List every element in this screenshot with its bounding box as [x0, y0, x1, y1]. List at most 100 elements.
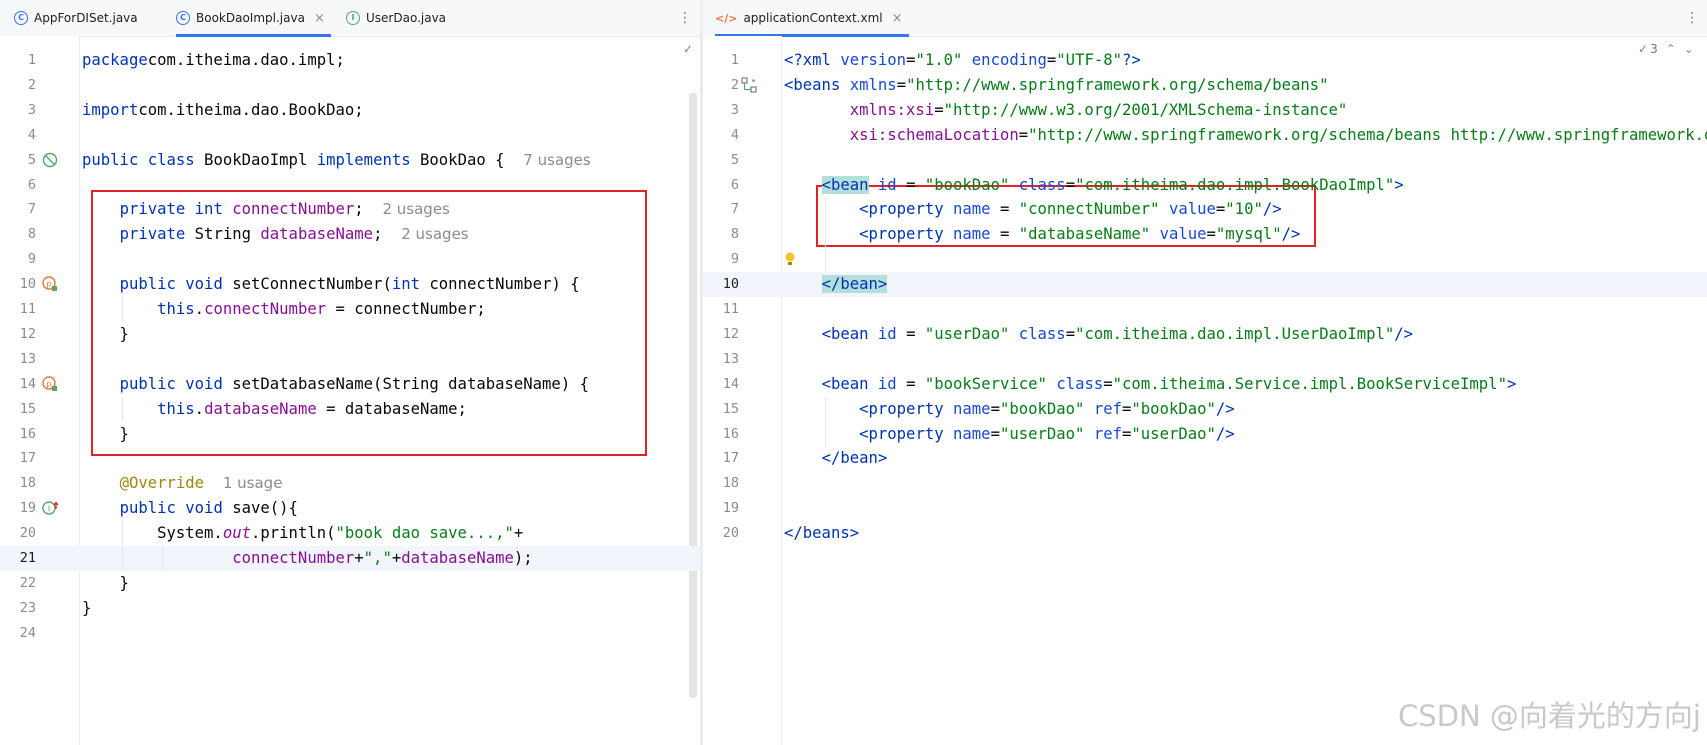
- line-number: 10: [19, 276, 36, 293]
- code-line[interactable]: 2: [0, 73, 700, 98]
- code-line[interactable]: 5: [703, 148, 1707, 173]
- code-token: ?>: [1122, 51, 1141, 69]
- more-options-icon[interactable]: ⋮: [678, 0, 692, 36]
- code-line[interactable]: 19: [703, 496, 1707, 521]
- code-line[interactable]: 18: [703, 471, 1707, 496]
- code-token: connectNumber: [232, 200, 355, 219]
- right-tab-bar: </> applicationContext.xml × ⋮: [703, 0, 1707, 37]
- code-text: private String databaseName; 2 usages: [82, 222, 469, 247]
- code-line[interactable]: 11: [703, 297, 1707, 322]
- line-number: 15: [722, 400, 739, 417]
- code-line[interactable]: 16 <property name="userDao" ref="userDao…: [703, 422, 1707, 447]
- xml-code-editor[interactable]: ✓ 3 ⌃ ⌄ CSDN @向着光的方向j 1 <?xml version="1.0" …: [703, 36, 1707, 745]
- code-line[interactable]: 8 <property name = "databaseName" value=…: [703, 222, 1707, 247]
- code-line[interactable]: 15 this.databaseName = databaseName;: [0, 397, 700, 422]
- code-line[interactable]: 4 xsi:schemaLocation="http://www.springf…: [703, 123, 1707, 148]
- tab-appfordiset[interactable]: C AppForDISet.java: [14, 0, 138, 36]
- more-options-icon[interactable]: ⋮: [1685, 0, 1699, 36]
- code-line[interactable]: 15 <property name="bookDao" ref="bookDao…: [703, 397, 1707, 422]
- property-setter-icon[interactable]: p: [42, 375, 58, 392]
- code-text: this.databaseName = databaseName;: [82, 397, 467, 422]
- code-token: "http://www.w3.org/2001/XMLSchema-instan…: [943, 100, 1348, 119]
- code-token: "com.itheima.Service.impl.BookServiceImp…: [1112, 374, 1507, 393]
- code-line[interactable]: 5 public class BookDaoImpl implements Boo…: [0, 148, 700, 173]
- code-token: class: [1018, 175, 1066, 194]
- code-token: ",": [363, 549, 392, 567]
- code-line[interactable]: 8 private String databaseName; 2 usages: [0, 222, 700, 247]
- code-line[interactable]: 12 }: [0, 322, 700, 347]
- code-line[interactable]: 4: [0, 123, 700, 148]
- code-line[interactable]: 16 }: [0, 422, 700, 447]
- code-line[interactable]: 14 <bean id = "bookService" class="com.i…: [703, 372, 1707, 397]
- code-token: .println(: [251, 524, 336, 543]
- java-code-editor[interactable]: ✓ 1 packagecom.itheima.dao.impl; 2 3 importc…: [0, 36, 700, 745]
- code-line[interactable]: 7 private int connectNumber; 2 usages: [0, 197, 700, 222]
- close-icon[interactable]: ×: [314, 11, 325, 26]
- tab-applicationcontext[interactable]: </> applicationContext.xml ×: [715, 0, 909, 37]
- code-text: <property name="bookDao" ref="bookDao"/>: [784, 397, 1235, 422]
- code-line[interactable]: 6: [0, 173, 700, 198]
- line-number: 5: [730, 151, 739, 168]
- line-number: 13: [722, 350, 739, 367]
- code-token: "http://www.springframework.org/schema/b…: [1028, 125, 1707, 144]
- code-token: }: [82, 324, 129, 343]
- spring-context-icon[interactable]: [741, 77, 757, 93]
- code-text: <beans xmlns="http://www.springframework…: [784, 73, 1329, 98]
- line-number: 18: [722, 475, 739, 492]
- code-text: public void save(){: [82, 496, 298, 521]
- svg-text:I: I: [48, 505, 50, 514]
- code-line[interactable]: 24: [0, 621, 700, 646]
- code-line[interactable]: 17 </bean>: [703, 446, 1707, 471]
- tab-bookdaoimpl[interactable]: C BookDaoImpl.java ×: [176, 0, 331, 37]
- code-line[interactable]: 2 <beans xmlns="http://www.springframewor…: [703, 73, 1707, 98]
- code-token: "mysql": [1215, 225, 1282, 244]
- code-line[interactable]: 13: [703, 347, 1707, 372]
- code-line[interactable]: 9: [703, 247, 1707, 272]
- code-line[interactable]: 1 packagecom.itheima.dao.impl;: [0, 48, 700, 73]
- code-line[interactable]: 17: [0, 446, 700, 471]
- implements-method-icon[interactable]: I: [42, 500, 59, 516]
- code-line[interactable]: 10 </bean>: [703, 272, 1707, 297]
- code-line[interactable]: 18 @Override 1 usage: [0, 471, 700, 496]
- code-line[interactable]: 12 <bean id = "userDao" class="com.ithei…: [703, 322, 1707, 347]
- code-line[interactable]: 3 importcom.itheima.dao.BookDao;: [0, 98, 700, 123]
- code-token: String: [185, 225, 261, 244]
- code-line[interactable]: 20 System.out.println("book dao save...,…: [0, 521, 700, 546]
- close-icon[interactable]: ×: [892, 11, 903, 26]
- code-line[interactable]: 3 xmlns:xsi="http://www.w3.org/2001/XMLS…: [703, 98, 1707, 123]
- tab-userdao[interactable]: I UserDao.java: [346, 0, 446, 36]
- code-line[interactable]: 22 }: [0, 571, 700, 596]
- code-line[interactable]: 11 this.connectNumber = connectNumber;: [0, 297, 700, 322]
- code-text: xmlns:xsi="http://www.w3.org/2001/XMLSch…: [784, 98, 1348, 123]
- lightbulb-icon[interactable]: [782, 251, 798, 267]
- code-text: <?xml version="1.0" encoding="UTF-8"?>: [784, 48, 1141, 73]
- code-line[interactable]: 23}: [0, 596, 700, 621]
- code-line[interactable]: 10 public void setConnectNumber(int conn…: [0, 272, 700, 297]
- code-line[interactable]: 21 connectNumber+","+databaseName);: [0, 546, 700, 571]
- implemented-icon[interactable]: [42, 152, 58, 168]
- line-number: 6: [730, 176, 739, 193]
- code-line[interactable]: 7 <property name = "connectNumber" value…: [703, 197, 1707, 222]
- code-line[interactable]: 9: [0, 247, 700, 272]
- code-token: =: [1018, 125, 1029, 144]
- code-line[interactable]: 1 <?xml version="1.0" encoding="UTF-8"?>: [703, 48, 1707, 73]
- code-token: =: [1215, 200, 1226, 219]
- code-line[interactable]: 14 public void setDatabaseName(String da…: [0, 372, 700, 397]
- code-line[interactable]: 19 public void save(){: [0, 496, 700, 521]
- code-text: }: [82, 422, 129, 447]
- java-editor-pane: C AppForDISet.java C BookDaoImpl.java × …: [0, 0, 700, 745]
- xml-editor-pane: </> applicationContext.xml × ⋮ ✓ 3 ⌃ ⌄ CSDN…: [703, 0, 1707, 745]
- code-line[interactable]: 6 <bean id = "bookDao" class="com.itheim…: [703, 173, 1707, 198]
- code-line[interactable]: 13: [0, 347, 700, 372]
- line-number: 14: [722, 375, 739, 392]
- code-token: databaseName: [260, 225, 374, 244]
- code-line[interactable]: 20 </beans>: [703, 521, 1707, 546]
- property-setter-icon[interactable]: p: [42, 276, 58, 292]
